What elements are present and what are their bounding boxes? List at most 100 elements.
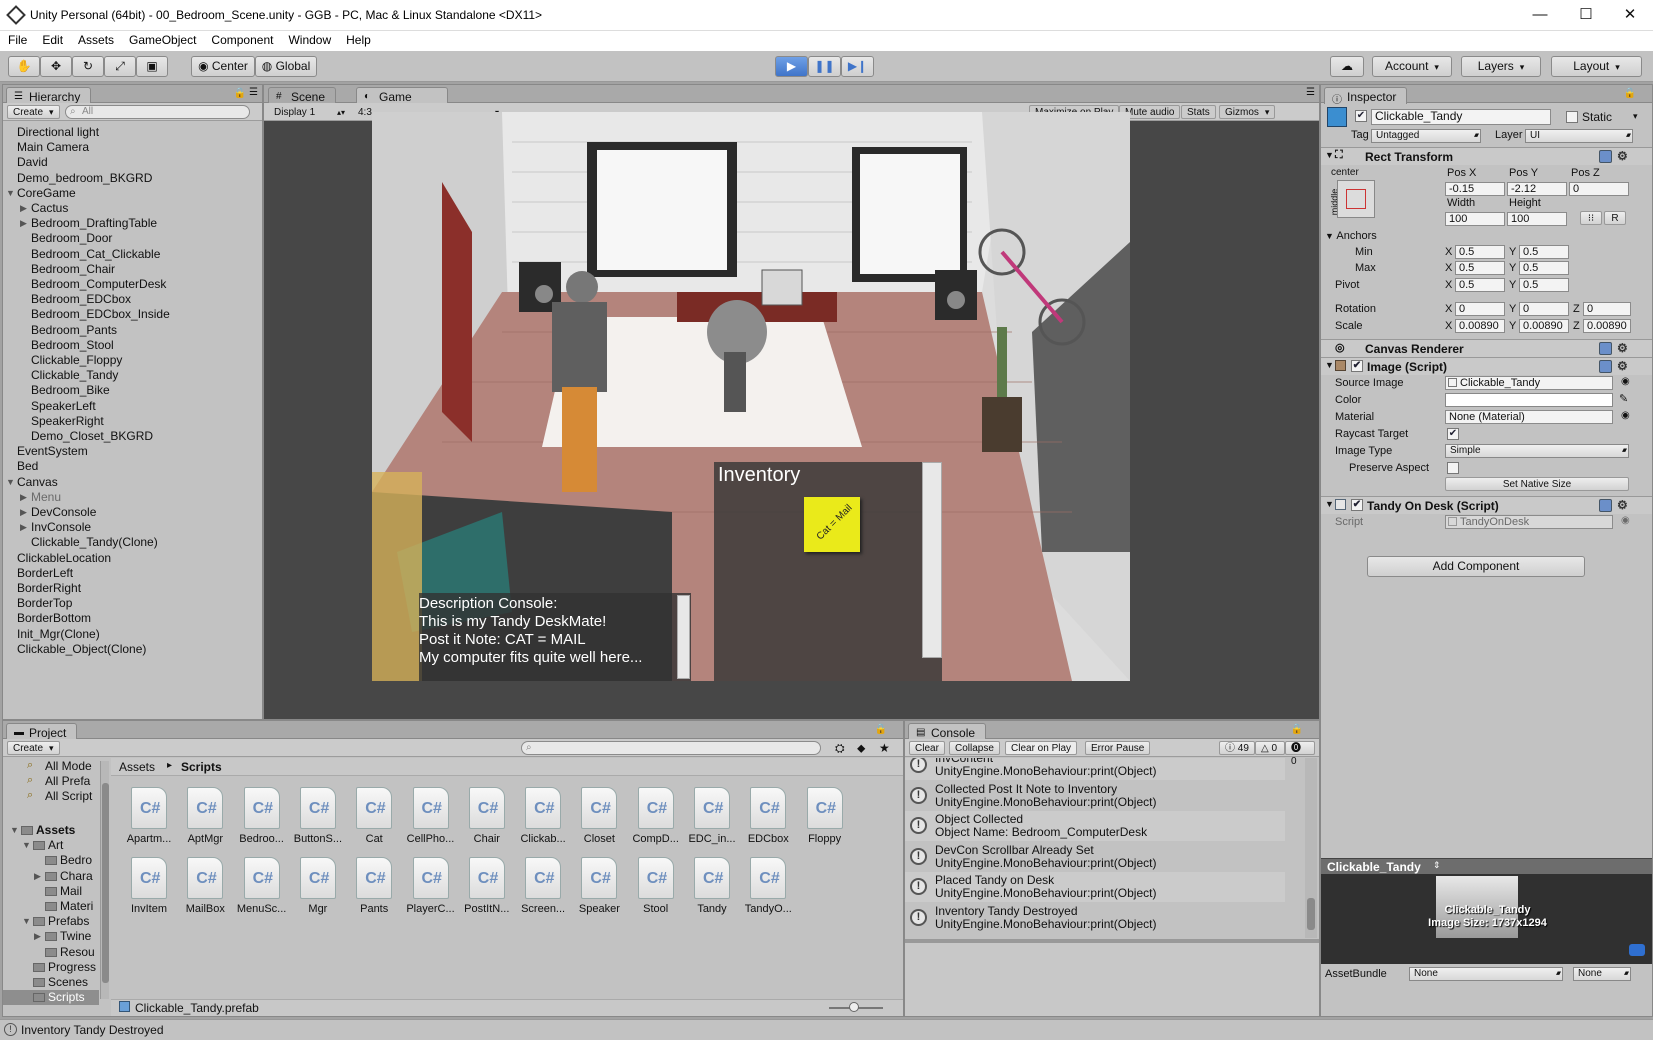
scrollbar-thumb[interactable] (102, 783, 109, 983)
console-collapse-button[interactable]: Collapse (949, 741, 1000, 755)
expand-arrow-icon[interactable]: ▼ (6, 188, 15, 198)
anchor-min-y-field[interactable]: 0.5 (1519, 245, 1569, 259)
script-file-label[interactable]: Pants (342, 903, 406, 915)
console-error-pause-toggle[interactable]: Error Pause (1085, 741, 1151, 755)
script-file-label[interactable]: Bedroo... (230, 833, 294, 845)
anchor-presets-button[interactable] (1337, 180, 1375, 218)
csharp-script-icon[interactable]: C# (468, 857, 505, 899)
script-file-label[interactable]: MenuSc... (230, 903, 294, 915)
csharp-script-icon[interactable]: C# (750, 787, 787, 829)
image-script-header[interactable]: ▼ ✔ Image (Script) ⚙ (1321, 357, 1652, 375)
menu-help[interactable]: Help (338, 31, 378, 47)
label-tag-icon[interactable] (1629, 944, 1645, 956)
script-file-label[interactable]: MailBox (173, 903, 237, 915)
inventory-scrollbar[interactable] (922, 462, 942, 658)
cloud-button[interactable]: ☁ (1330, 56, 1364, 77)
script-file-label[interactable]: EDCbox (736, 833, 800, 845)
script-file-label[interactable]: Screen... (511, 903, 575, 915)
source-image-field[interactable]: Clickable_Tandy (1445, 376, 1613, 390)
tab-scene[interactable]: # Scene (268, 87, 337, 104)
csharp-script-icon[interactable]: C# (187, 857, 224, 899)
error-filter-toggle[interactable]: ⓿ 0 (1285, 741, 1315, 767)
console-log-entry[interactable]: ! Object Collected Object Name: Bedroom_Co… (905, 811, 1285, 841)
console-log-entry[interactable]: ! Inventory Tandy Destroyed UnityEngine.Mo… (905, 902, 1285, 933)
set-native-size-button[interactable]: Set Native Size (1445, 477, 1629, 491)
csharp-script-icon[interactable]: C# (356, 857, 393, 899)
menu-component[interactable]: Component (203, 31, 280, 47)
minimize-button[interactable]: — (1518, 4, 1562, 26)
project-folder-item[interactable]: Scenes (3, 975, 99, 990)
lock-icon[interactable]: 🔒 (1624, 88, 1636, 99)
slider-handle[interactable] (849, 1002, 859, 1012)
pos-y-field[interactable]: -2.12 (1507, 182, 1567, 196)
project-folder-item[interactable]: Progress (3, 960, 99, 975)
csharp-script-icon[interactable]: C# (806, 787, 843, 829)
tab-hierarchy[interactable]: ☰ Hierarchy (6, 87, 92, 104)
script-file-label[interactable]: Stool (624, 903, 688, 915)
object-picker-icon[interactable]: ◉ (1621, 376, 1630, 387)
color-swatch[interactable] (1445, 393, 1613, 407)
console-log-entry[interactable]: ! DevCon Scrollbar Already Set UnityEngine… (905, 841, 1285, 872)
help-icon[interactable] (1599, 342, 1612, 355)
raycast-target-checkbox[interactable]: ✔ (1447, 428, 1459, 440)
collapse-arrow-icon[interactable]: ▶ (20, 203, 27, 214)
hand-tool-button[interactable]: ✋ (8, 56, 40, 77)
anchor-max-y-field[interactable]: 0.5 (1519, 261, 1569, 275)
preview-dropdown-icon[interactable]: ⇕ (1433, 860, 1441, 871)
script-file-label[interactable]: Speaker (567, 903, 631, 915)
panel-menu-icon[interactable]: ☰ (1306, 87, 1315, 98)
project-folder-item[interactable]: ▶ Chara (3, 869, 99, 884)
search-by-type-icon[interactable]: ⛭ (835, 741, 845, 756)
game-viewport[interactable]: Inventory Cat = Mail Description Console… (372, 112, 1130, 681)
menu-window[interactable]: Window (280, 31, 338, 47)
tag-dropdown[interactable]: Untagged (1371, 129, 1481, 143)
static-checkbox[interactable] (1566, 111, 1578, 123)
expand-arrow-icon[interactable]: ▼ (22, 916, 31, 926)
csharp-script-icon[interactable]: C# (525, 787, 562, 829)
pause-button[interactable]: ❚❚ (808, 56, 841, 77)
rect-tool-button[interactable]: ▣ (136, 56, 168, 77)
lock-icon[interactable]: 🔒 (1291, 724, 1303, 735)
rect-transform-header[interactable]: ▼ ⛶ Rect Transform ⚙ (1321, 147, 1652, 165)
project-folder-item[interactable]: ▼ Prefabs (3, 914, 99, 929)
tandy-script-header[interactable]: ▼ ✔ Tandy On Desk (Script) ⚙ (1321, 496, 1652, 514)
project-folder-item[interactable]: Resou (3, 945, 99, 960)
assetbundle-variant-dropdown[interactable]: None (1573, 967, 1631, 981)
blueprint-mode-button[interactable]: ⁝⁝ (1580, 211, 1602, 225)
script-file-label[interactable]: TandyO... (736, 903, 800, 915)
pivot-center-toggle[interactable]: ◉ Center (191, 56, 255, 77)
project-search-input[interactable]: ⌕ (521, 741, 821, 755)
console-log-entry[interactable]: ! Placed Tandy on Desk UnityEngine.MonoBeh… (905, 872, 1285, 902)
csharp-script-icon[interactable]: C# (299, 857, 336, 899)
canvas-renderer-header[interactable]: ◎ Canvas Renderer ⚙ (1321, 339, 1652, 357)
csharp-script-icon[interactable]: C# (694, 857, 730, 899)
console-log-entry[interactable]: ! InvContent UnityEngine.MonoBehaviour:pri… (905, 758, 1285, 780)
rotate-tool-button[interactable]: ↻ (72, 56, 104, 77)
csharp-script-icon[interactable]: C# (412, 787, 449, 829)
script-file-label[interactable]: CompD... (624, 833, 688, 845)
gear-icon[interactable]: ⚙ (1617, 341, 1628, 355)
assetbundle-dropdown[interactable]: None (1409, 967, 1563, 981)
collapse-arrow-icon[interactable]: ▶ (34, 871, 41, 882)
layout-dropdown[interactable]: Layout (1551, 56, 1642, 77)
height-field[interactable]: 100 (1507, 212, 1567, 226)
project-folder-item[interactable]: ▼ Assets (3, 823, 99, 838)
gizmos-dropdown[interactable]: Gizmos (1219, 105, 1276, 119)
csharp-script-icon[interactable]: C# (581, 787, 618, 829)
collapse-arrow-icon[interactable]: ▶ (20, 218, 27, 229)
close-button[interactable]: ✕ (1608, 4, 1652, 26)
project-folder-item[interactable]: Scripts (3, 990, 99, 1006)
project-folder-item[interactable]: ▼ Art (3, 838, 99, 853)
csharp-script-icon[interactable]: C# (525, 857, 562, 899)
gear-icon[interactable]: ⚙ (1617, 359, 1628, 373)
sticky-note-item[interactable]: Cat = Mail (804, 497, 860, 552)
csharp-script-icon[interactable]: C# (750, 857, 787, 899)
scale-tool-button[interactable]: ⤢ (104, 56, 136, 77)
help-icon[interactable] (1599, 360, 1612, 373)
script-file-label[interactable]: Chair (455, 833, 519, 845)
project-tree-scrollbar[interactable] (100, 761, 109, 999)
menu-gameobject[interactable]: GameObject (121, 31, 203, 47)
scrollbar-thumb[interactable] (1307, 898, 1315, 930)
csharp-script-icon[interactable]: C# (131, 857, 167, 899)
script-file-label[interactable]: EDC_in... (680, 833, 744, 845)
